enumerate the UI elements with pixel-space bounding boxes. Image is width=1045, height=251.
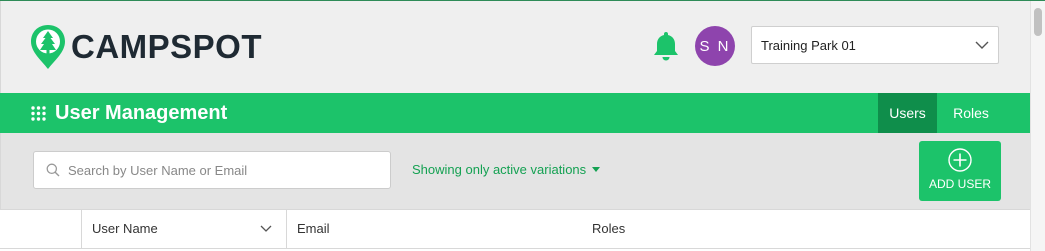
tab-roles[interactable]: Roles (937, 93, 1005, 133)
bell-icon[interactable] (652, 30, 680, 62)
chevron-down-icon (975, 41, 989, 49)
page-title: User Management (55, 102, 228, 124)
plus-circle-icon (948, 148, 972, 172)
search-box[interactable] (33, 151, 391, 189)
add-user-button[interactable]: ADD USER (919, 141, 1001, 201)
column-header-user-name[interactable]: User Name (81, 210, 287, 248)
users-table-header: User Name Email Roles (0, 209, 1030, 249)
campspot-logo[interactable]: CAMPSPOT (29, 22, 262, 72)
search-input[interactable] (68, 161, 378, 179)
column-label-user-name: User Name (92, 221, 158, 236)
toolbar: Showing only active variations ADD USER (0, 133, 1031, 209)
add-user-label: ADD USER (928, 177, 991, 191)
brand-name: CAMPSPOT (71, 28, 263, 65)
filter-label: Showing only active variations (412, 162, 587, 177)
caret-down-icon (592, 167, 601, 172)
park-select[interactable]: Training Park 01 (751, 26, 999, 64)
park-select-value: Training Park 01 (761, 38, 856, 53)
user-avatar[interactable]: S N (695, 26, 735, 66)
column-header-email[interactable]: Email (297, 221, 330, 236)
tree-pin-logo-icon (31, 25, 65, 69)
select-column-header (0, 210, 82, 248)
column-header-roles[interactable]: Roles (592, 221, 625, 236)
page-title-bar: User Management Users Roles (0, 93, 1030, 133)
active-variations-filter[interactable]: Showing only active variations (412, 162, 601, 177)
scrollbar-thumb[interactable] (1034, 8, 1042, 36)
avatar-initials: S N (699, 37, 731, 55)
app-header: CAMPSPOT S N Training Park 01 (0, 1, 1031, 93)
chevron-down-icon (260, 225, 272, 232)
vertical-scrollbar[interactable] (1030, 1, 1045, 251)
search-icon (46, 163, 60, 177)
tab-users[interactable]: Users (878, 93, 937, 133)
app-grid-icon[interactable] (31, 106, 46, 121)
